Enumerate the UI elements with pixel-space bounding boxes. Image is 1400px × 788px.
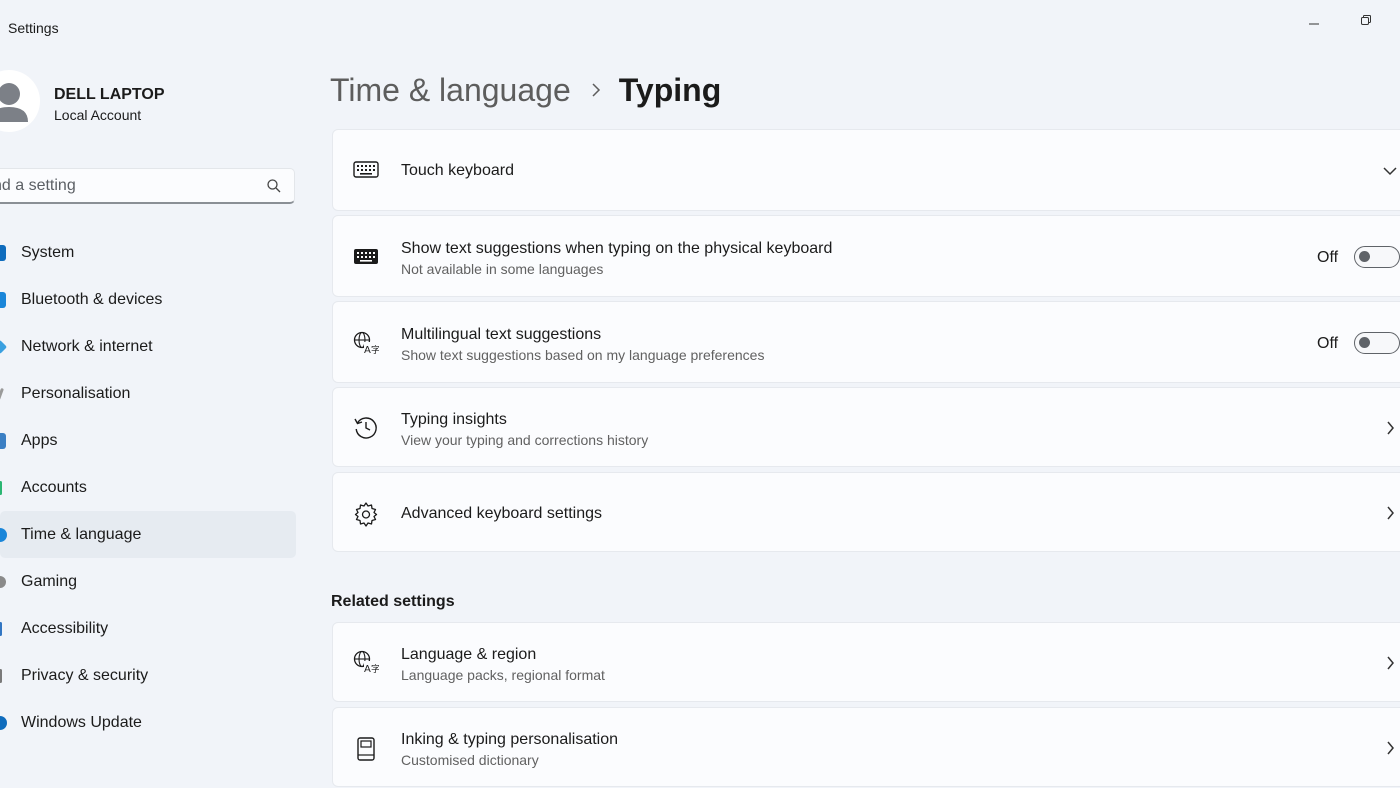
history-icon	[354, 417, 377, 439]
inking-typing-personalisation-card[interactable]: Inking & typing personalisation Customis…	[332, 707, 1400, 787]
chevron-down-icon	[1383, 167, 1397, 176]
search-icon[interactable]	[267, 179, 281, 193]
keyboard-filled-icon	[354, 249, 378, 264]
person-icon	[0, 83, 28, 122]
minimize-button[interactable]	[1294, 8, 1334, 32]
update-icon	[0, 715, 7, 730]
sidebar-item-label: Personalisation	[21, 384, 131, 402]
svg-text:字: 字	[371, 344, 379, 355]
sidebar-item-apps[interactable]: Apps	[0, 417, 296, 464]
sidebar-item-bluetooth[interactable]: Bluetooth & devices	[0, 276, 296, 323]
page-title: Typing	[618, 71, 722, 108]
multilingual-suggestions-toggle[interactable]	[1354, 332, 1400, 354]
chevron-right-icon	[1387, 506, 1394, 520]
sidebar-item-system[interactable]: System	[0, 229, 296, 276]
notebook-icon	[357, 737, 375, 761]
brush-icon	[0, 387, 4, 400]
sidebar-item-accounts[interactable]: Accounts	[0, 464, 296, 511]
related-settings-heading: Related settings	[331, 593, 455, 610]
svg-text:A: A	[364, 345, 371, 355]
sidebar-item-label: Accessibility	[21, 619, 109, 637]
search-input[interactable]	[0, 169, 255, 203]
card-subtitle: Language packs, regional format	[401, 667, 605, 683]
bluetooth-icon	[0, 291, 6, 308]
physical-keyboard-suggestions-toggle[interactable]	[1354, 246, 1400, 268]
app-title: Settings	[8, 20, 59, 36]
network-icon	[0, 339, 8, 354]
gamepad-icon	[0, 575, 6, 588]
restore-icon	[1361, 15, 1371, 25]
sidebar-item-time-language[interactable]: Time & language	[0, 511, 296, 558]
accounts-icon	[0, 480, 2, 495]
sidebar-nav: System Bluetooth & devices Network & int…	[0, 229, 300, 746]
restore-button[interactable]	[1346, 8, 1386, 32]
sidebar-item-network[interactable]: Network & internet	[0, 323, 296, 370]
toggle-knob	[1359, 337, 1370, 348]
multilingual-suggestions-card: A 字 Multilingual text suggestions Show t…	[332, 301, 1400, 383]
keyboard-icon	[353, 161, 379, 178]
advanced-keyboard-settings-card[interactable]: Advanced keyboard settings	[332, 472, 1400, 552]
sidebar-item-privacy[interactable]: Privacy & security	[0, 652, 296, 699]
toggle-knob	[1359, 251, 1370, 262]
card-title: Touch keyboard	[401, 162, 514, 179]
avatar	[0, 70, 40, 132]
breadcrumb: Time & language Typing	[330, 68, 721, 112]
svg-text:A: A	[364, 664, 371, 674]
title-bar: Settings	[0, 0, 1400, 56]
sidebar-item-label: Windows Update	[21, 713, 142, 731]
chevron-right-icon	[1387, 741, 1394, 755]
user-profile[interactable]: DELL LAPTOP Local Account	[0, 70, 300, 134]
sidebar-item-personalisation[interactable]: Personalisation	[0, 370, 296, 417]
card-title: Advanced keyboard settings	[401, 505, 603, 522]
card-title: Inking & typing personalisation	[401, 731, 619, 748]
shield-icon	[0, 668, 2, 683]
card-subtitle: Show text suggestions based on my langua…	[401, 347, 765, 363]
sidebar-item-gaming[interactable]: Gaming	[0, 558, 296, 605]
minimize-icon	[1309, 23, 1319, 25]
language-region-card[interactable]: A 字 Language & region Language packs, re…	[332, 622, 1400, 702]
card-title: Typing insights	[401, 411, 507, 428]
sidebar-item-label: Time & language	[21, 525, 142, 543]
card-title: Multilingual text suggestions	[401, 326, 602, 343]
sidebar-item-label: Network & internet	[21, 337, 153, 355]
physical-keyboard-suggestions-card: Show text suggestions when typing on the…	[332, 215, 1400, 297]
system-icon	[0, 244, 6, 261]
breadcrumb-parent[interactable]: Time & language	[330, 72, 571, 109]
typing-insights-card[interactable]: Typing insights View your typing and cor…	[332, 387, 1400, 467]
chevron-right-icon	[1387, 421, 1394, 435]
language-icon: A 字	[353, 331, 379, 355]
globe-clock-icon	[0, 527, 7, 542]
sidebar-item-label: Gaming	[21, 572, 78, 590]
sidebar-item-label: Apps	[21, 431, 58, 449]
profile-name: DELL LAPTOP	[54, 86, 165, 103]
gear-icon	[354, 502, 378, 527]
toggle-state-label: Off	[1317, 335, 1339, 352]
chevron-right-icon	[591, 82, 601, 98]
profile-account-type: Local Account	[54, 107, 142, 123]
toggle-state-label: Off	[1317, 249, 1339, 266]
sidebar-item-label: Accounts	[21, 478, 87, 496]
sidebar-item-windows-update[interactable]: Windows Update	[0, 699, 296, 746]
accessibility-icon	[0, 621, 2, 636]
card-subtitle: Customised dictionary	[401, 752, 539, 768]
touch-keyboard-card[interactable]: Touch keyboard	[332, 129, 1400, 211]
chevron-right-icon	[1387, 656, 1394, 670]
card-title: Show text suggestions when typing on the…	[401, 240, 833, 257]
sidebar-item-accessibility[interactable]: Accessibility	[0, 605, 296, 652]
sidebar-item-label: Bluetooth & devices	[21, 290, 163, 308]
card-subtitle: Not available in some languages	[401, 261, 604, 277]
sidebar-item-label: System	[21, 243, 75, 261]
apps-icon	[0, 432, 6, 449]
card-subtitle: View your typing and corrections history	[401, 432, 649, 448]
sidebar-item-label: Privacy & security	[21, 666, 149, 684]
svg-text:字: 字	[371, 663, 379, 674]
card-title: Language & region	[401, 646, 537, 663]
language-icon: A 字	[353, 650, 379, 674]
search-box[interactable]	[0, 168, 295, 204]
